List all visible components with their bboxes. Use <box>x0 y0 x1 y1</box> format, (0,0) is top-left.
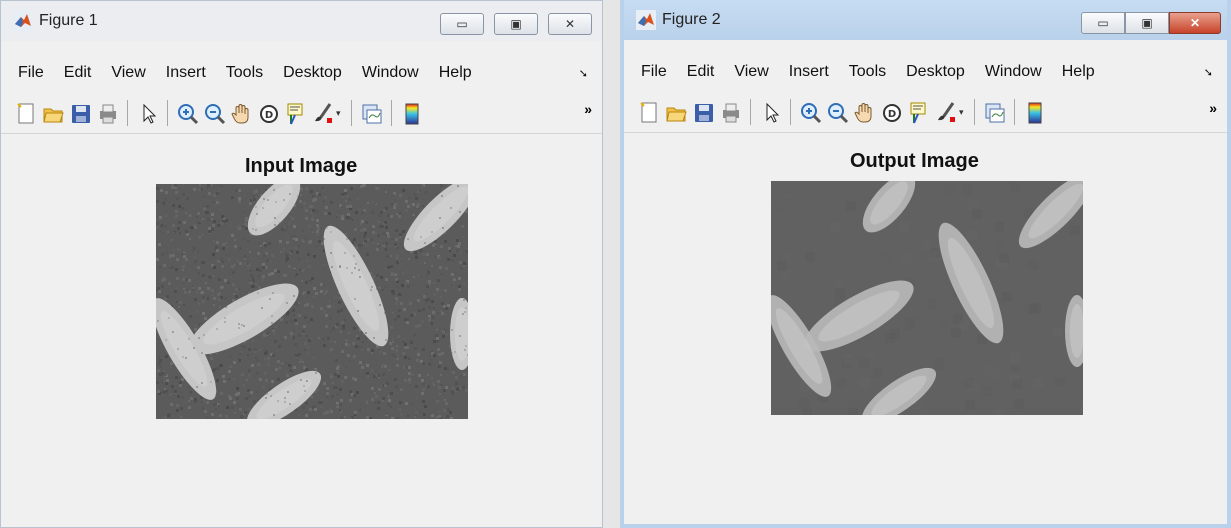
output-image <box>771 181 1083 415</box>
menu-edit[interactable]: Edit <box>54 64 102 82</box>
axes-title: Input Image <box>245 155 358 177</box>
save-icon[interactable] <box>690 99 716 125</box>
rotate-3d-icon[interactable]: D <box>255 100 281 126</box>
menu-help[interactable]: Help <box>429 64 482 82</box>
menu-overflow-icon[interactable]: ➘ <box>579 67 588 80</box>
minimize-icon: ▭ <box>456 17 468 31</box>
matlab-icon <box>13 11 33 31</box>
input-image <box>156 184 468 419</box>
link-plot-icon[interactable] <box>358 100 384 126</box>
toolbar-overflow-icon[interactable]: » <box>1209 100 1217 116</box>
menu-insert[interactable]: Insert <box>779 63 839 81</box>
toolbar-separator <box>167 100 168 126</box>
minimize-icon: ▭ <box>1097 16 1109 30</box>
menu-file[interactable]: File <box>624 63 677 81</box>
window-title: Figure 1 <box>39 12 98 29</box>
maximize-icon: ▣ <box>1141 16 1153 30</box>
minimize-button[interactable]: ▭ <box>1081 12 1125 34</box>
menu-insert[interactable]: Insert <box>156 64 216 82</box>
menu-desktop[interactable]: Desktop <box>273 64 352 82</box>
open-file-icon[interactable] <box>663 99 689 125</box>
matlab-icon <box>636 10 656 30</box>
menu-view[interactable]: View <box>101 64 155 82</box>
menu-desktop[interactable]: Desktop <box>896 63 975 81</box>
title-bar[interactable]: Figure 1 ▭ ▣ ✕ <box>1 1 602 41</box>
menu-view[interactable]: View <box>724 63 778 81</box>
link-plot-icon[interactable] <box>981 99 1007 125</box>
menu-bar: File Edit View Insert Tools Desktop Wind… <box>624 57 1227 87</box>
new-figure-icon[interactable] <box>636 99 662 125</box>
toolbar-separator <box>350 100 352 126</box>
toolbar-separator <box>127 100 128 126</box>
menu-window[interactable]: Window <box>975 63 1052 81</box>
close-button[interactable]: ✕ <box>1169 12 1221 34</box>
rotate-3d-icon[interactable]: D <box>878 99 904 125</box>
close-icon: ✕ <box>564 17 576 31</box>
zoom-in-icon[interactable] <box>797 99 823 125</box>
menu-bar: File Edit View Insert Tools Desktop Wind… <box>1 58 602 88</box>
close-icon: ✕ <box>1189 16 1201 30</box>
new-figure-icon[interactable] <box>13 100 39 126</box>
brush-icon[interactable] <box>932 99 958 125</box>
colorbar-icon[interactable] <box>1021 99 1047 125</box>
pointer-icon[interactable] <box>134 100 160 126</box>
pan-hand-icon[interactable] <box>851 99 877 125</box>
colorbar-icon[interactable] <box>398 100 424 126</box>
data-cursor-icon[interactable] <box>282 100 308 126</box>
menu-overflow-icon[interactable]: ➘ <box>1204 66 1213 79</box>
figure-2-window: Figure 2 ▭ ▣ ✕ File Edit View Insert Too… <box>620 0 1231 528</box>
menu-tools[interactable]: Tools <box>216 64 273 82</box>
figure-1-window: Figure 1 ▭ ▣ ✕ File Edit View Insert Too… <box>0 0 603 528</box>
menu-help[interactable]: Help <box>1052 63 1105 81</box>
brush-icon[interactable] <box>309 100 335 126</box>
title-bar[interactable]: Figure 2 ▭ ▣ ✕ <box>624 0 1227 40</box>
print-icon[interactable] <box>717 99 743 125</box>
close-button[interactable]: ✕ <box>548 13 592 35</box>
toolbar-separator <box>1013 99 1015 125</box>
menu-tools[interactable]: Tools <box>839 63 896 81</box>
brush-dropdown-icon[interactable]: ▾ <box>959 107 964 118</box>
toolbar-separator <box>390 100 392 126</box>
figure-toolbar: D ▾ » <box>624 92 1227 133</box>
menu-window[interactable]: Window <box>352 64 429 82</box>
toolbar-separator <box>750 99 751 125</box>
minimize-button[interactable]: ▭ <box>440 13 484 35</box>
maximize-button[interactable]: ▣ <box>494 13 538 35</box>
pan-hand-icon[interactable] <box>228 100 254 126</box>
window-title: Figure 2 <box>662 11 721 28</box>
svg-text:D: D <box>265 110 273 121</box>
desktop-gap <box>603 0 620 528</box>
zoom-out-icon[interactable] <box>824 99 850 125</box>
data-cursor-icon[interactable] <box>905 99 931 125</box>
maximize-button[interactable]: ▣ <box>1125 12 1169 34</box>
axes-title: Output Image <box>850 150 979 172</box>
open-file-icon[interactable] <box>40 100 66 126</box>
zoom-out-icon[interactable] <box>201 100 227 126</box>
brush-dropdown-icon[interactable]: ▾ <box>336 108 341 119</box>
toolbar-overflow-icon[interactable]: » <box>584 101 592 117</box>
maximize-icon: ▣ <box>510 17 522 31</box>
menu-edit[interactable]: Edit <box>677 63 725 81</box>
zoom-in-icon[interactable] <box>174 100 200 126</box>
toolbar-separator <box>790 99 791 125</box>
print-icon[interactable] <box>94 100 120 126</box>
menu-file[interactable]: File <box>1 64 54 82</box>
save-icon[interactable] <box>67 100 93 126</box>
toolbar-separator <box>973 99 975 125</box>
pointer-icon[interactable] <box>757 99 783 125</box>
figure-toolbar: D ▾ » <box>1 93 602 134</box>
svg-text:D: D <box>888 109 896 120</box>
